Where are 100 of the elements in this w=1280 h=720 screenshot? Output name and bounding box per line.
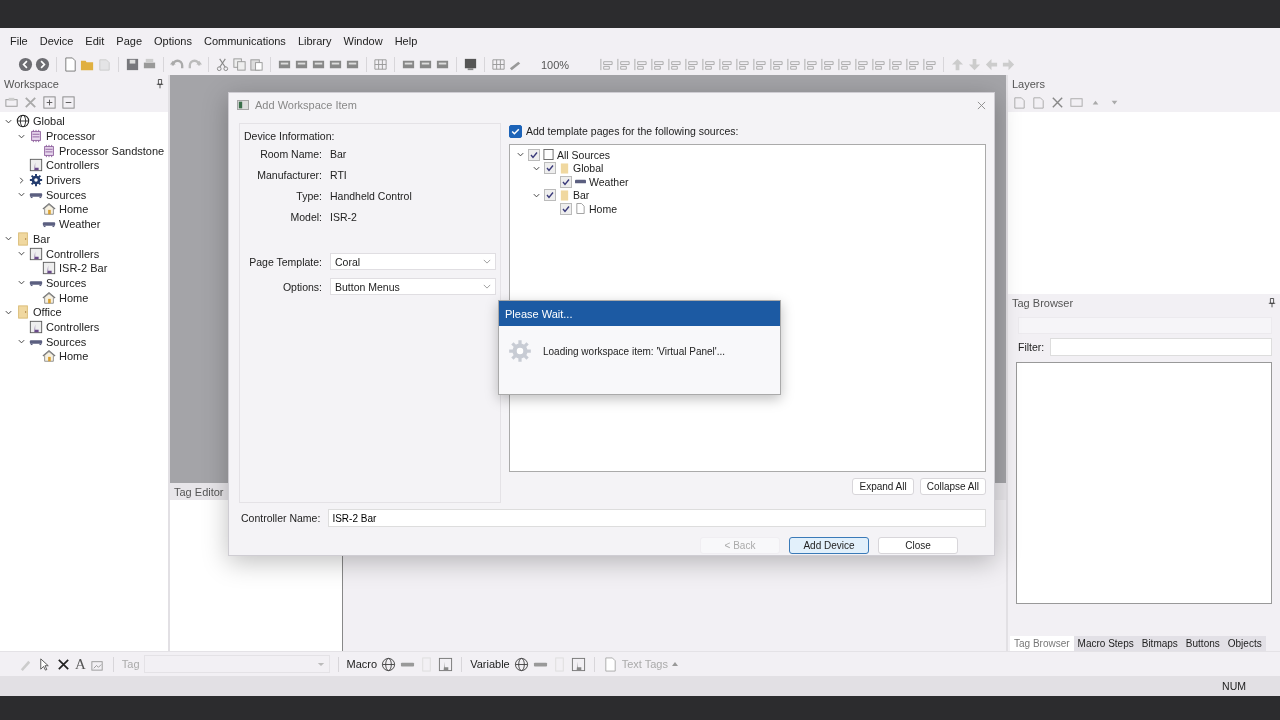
- dialog-button[interactable]: Add Device: [789, 537, 869, 554]
- expand-all-button[interactable]: Expand All: [852, 478, 914, 495]
- arrow-right-icon[interactable]: [1001, 57, 1017, 72]
- checkbox[interactable]: [544, 162, 556, 175]
- tree-item[interactable]: Weather: [59, 218, 101, 231]
- menu-item[interactable]: Communications: [197, 35, 292, 47]
- dropdown[interactable]: Button Menus: [330, 278, 496, 295]
- dropdown[interactable]: Coral: [330, 253, 496, 270]
- align-icon[interactable]: [599, 57, 615, 72]
- tab[interactable]: Bitmaps: [1137, 636, 1182, 651]
- menu-item[interactable]: Help: [388, 35, 424, 47]
- caret-icon[interactable]: [483, 259, 491, 264]
- chevron-right-icon[interactable]: [17, 175, 26, 185]
- menu-item[interactable]: Page: [110, 35, 149, 47]
- pointer-icon[interactable]: [37, 656, 52, 672]
- align-icon[interactable]: [905, 57, 921, 72]
- tree-item[interactable]: Sources: [46, 335, 87, 348]
- menu-item[interactable]: Window: [337, 35, 389, 47]
- tree-item[interactable]: Sources: [46, 276, 87, 289]
- align-icon[interactable]: [837, 57, 853, 72]
- arrow-left-icon[interactable]: [984, 57, 1000, 72]
- align-icon[interactable]: [888, 57, 904, 72]
- text-tool[interactable]: A: [75, 655, 86, 673]
- layer-icon[interactable]: [1031, 94, 1046, 110]
- menu-item[interactable]: Options: [148, 35, 198, 47]
- tree-item[interactable]: Controllers: [46, 247, 100, 260]
- arrow-up-icon[interactable]: [950, 57, 966, 72]
- tree-item[interactable]: Home: [59, 203, 89, 216]
- checkbox[interactable]: [560, 202, 572, 215]
- close-icon[interactable]: [977, 100, 986, 110]
- align-icon[interactable]: [650, 57, 666, 72]
- align-icon[interactable]: [820, 57, 836, 72]
- align-icon[interactable]: [871, 57, 887, 72]
- tree-item[interactable]: Processor Sandstone: [59, 144, 165, 157]
- tab[interactable]: Macro Steps: [1073, 636, 1138, 651]
- align-icon[interactable]: [803, 57, 819, 72]
- menu-item[interactable]: Device: [33, 35, 80, 47]
- tree-item[interactable]: Bar: [33, 232, 51, 245]
- align-icon[interactable]: [735, 57, 751, 72]
- paste-icon[interactable]: [249, 57, 264, 72]
- tree-item[interactable]: All Sources: [557, 148, 611, 161]
- new-page-icon[interactable]: [63, 57, 78, 72]
- align-icon[interactable]: [616, 57, 632, 72]
- align-icon[interactable]: [752, 57, 768, 72]
- checkbox[interactable]: [560, 175, 572, 188]
- align-icon[interactable]: [684, 57, 700, 72]
- align-icon[interactable]: [718, 57, 734, 72]
- globe-icon[interactable]: [381, 656, 397, 672]
- chevron-down-icon[interactable]: [17, 249, 26, 259]
- tree-item[interactable]: Weather: [589, 175, 629, 188]
- tree-item[interactable]: Sources: [46, 188, 87, 201]
- delete-icon[interactable]: [56, 656, 71, 672]
- tree-item[interactable]: ISR-2 Bar: [59, 262, 108, 275]
- input-field[interactable]: ISR-2 Bar: [328, 509, 986, 527]
- tab[interactable]: Objects: [1223, 636, 1266, 651]
- layer-icon[interactable]: [1012, 94, 1027, 110]
- tree-item[interactable]: Controllers: [46, 320, 100, 333]
- collapse-all-button[interactable]: Collapse All: [919, 478, 986, 495]
- menu-item[interactable]: Edit: [79, 35, 111, 47]
- touch-panel-icon[interactable]: [570, 656, 586, 672]
- globe-icon[interactable]: [513, 656, 529, 672]
- tree-item[interactable]: Home: [589, 202, 617, 215]
- tab[interactable]: Tag Browser: [1010, 636, 1074, 651]
- copy-icon[interactable]: [232, 57, 247, 72]
- pin-icon[interactable]: [1268, 297, 1276, 308]
- checkbox[interactable]: [509, 124, 522, 138]
- tree-item[interactable]: Home: [59, 291, 89, 304]
- caret-icon[interactable]: [672, 662, 678, 666]
- align-icon[interactable]: [786, 57, 802, 72]
- tree-item[interactable]: Global: [573, 162, 604, 175]
- align-icon[interactable]: [769, 57, 785, 72]
- menu-item[interactable]: File: [4, 35, 34, 47]
- caret-icon[interactable]: [483, 284, 491, 289]
- page-icon[interactable]: [602, 656, 618, 672]
- align-icon[interactable]: [701, 57, 717, 72]
- dialog-button[interactable]: Close: [878, 537, 958, 554]
- align-icon[interactable]: [667, 57, 683, 72]
- tree-item[interactable]: Controllers: [46, 159, 100, 172]
- tab[interactable]: Buttons: [1181, 636, 1224, 651]
- back-icon[interactable]: [18, 57, 33, 72]
- grid-icon[interactable]: [491, 57, 506, 72]
- align-icon[interactable]: [633, 57, 649, 72]
- align-icon[interactable]: [922, 57, 938, 72]
- grid-icon[interactable]: [373, 57, 388, 72]
- tree-item[interactable]: Bar: [573, 189, 590, 202]
- tree-item[interactable]: Processor: [46, 130, 96, 143]
- page-icon[interactable]: [97, 57, 112, 72]
- align-icon[interactable]: [854, 57, 870, 72]
- zoom-level[interactable]: 100%: [541, 58, 570, 71]
- forward-icon[interactable]: [35, 57, 50, 72]
- caret-icon[interactable]: [316, 661, 325, 667]
- expand-icon[interactable]: [42, 94, 57, 110]
- menu-item[interactable]: Library: [291, 35, 338, 47]
- touch-panel-icon[interactable]: [438, 656, 454, 672]
- checkbox[interactable]: [544, 189, 556, 202]
- save-icon[interactable]: [125, 57, 140, 72]
- tree-item[interactable]: Office: [33, 306, 62, 319]
- cut-icon[interactable]: [215, 57, 230, 72]
- monitor-icon[interactable]: [463, 57, 478, 72]
- tree-item[interactable]: Drivers: [46, 174, 81, 187]
